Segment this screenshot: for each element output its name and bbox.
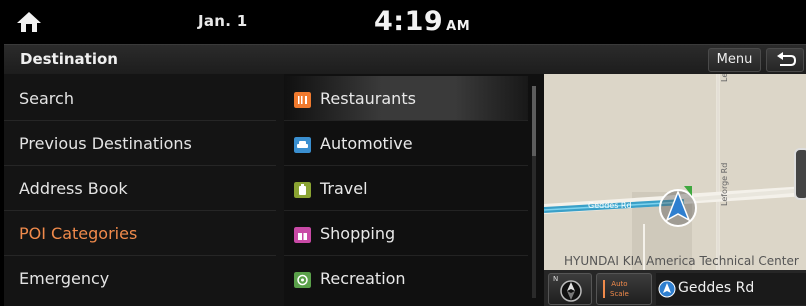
category-label: Recreation xyxy=(320,269,406,288)
category-scrollbar[interactable] xyxy=(532,86,536,298)
street-label-leforge: Leforge xyxy=(720,74,729,82)
compass-button[interactable]: N xyxy=(548,273,592,305)
menu-item-previous-destinations[interactable]: Previous Destinations xyxy=(4,121,276,166)
scale-label: Auto Scale xyxy=(610,279,629,299)
compass-icon xyxy=(560,280,582,302)
status-bar: Jan. 1 4:19 AM xyxy=(0,0,806,44)
category-automotive[interactable]: Automotive xyxy=(284,121,528,166)
poi-label: HYUNDAI KIA America Technical Center xyxy=(564,254,799,268)
menu-item-address-book[interactable]: Address Book xyxy=(4,166,276,211)
navigation-arrow-icon xyxy=(658,280,676,298)
page-title: Destination xyxy=(20,50,118,68)
map-bottom-bar: N Auto Scale Geddes Rd xyxy=(544,270,806,306)
category-restaurants[interactable]: Restaurants xyxy=(284,76,528,121)
poi-category-list: Restaurants Automotive Travel Shopping R… xyxy=(284,74,544,306)
category-recreation[interactable]: Recreation xyxy=(284,256,528,301)
back-button[interactable] xyxy=(766,48,804,72)
scale-label-auto: Auto xyxy=(611,280,628,288)
clock: 4:19 AM xyxy=(374,6,470,37)
destination-menu: Search Previous Destinations Address Boo… xyxy=(4,74,284,306)
car-icon xyxy=(294,137,311,153)
menu-item-emergency[interactable]: Emergency xyxy=(4,256,276,301)
header-bar: Destination Menu xyxy=(4,44,806,74)
current-road-name: Geddes Rd xyxy=(678,280,755,296)
category-shopping[interactable]: Shopping xyxy=(284,211,528,256)
category-label: Travel xyxy=(320,179,368,198)
category-label: Shopping xyxy=(320,224,396,243)
date-text: Jan. 1 xyxy=(198,12,248,30)
auto-scale-button[interactable]: Auto Scale xyxy=(596,273,652,305)
scale-label-scale: Scale xyxy=(610,290,629,298)
luggage-icon xyxy=(294,182,311,198)
current-road-panel: Geddes Rd xyxy=(656,273,806,305)
scale-marker xyxy=(603,280,605,298)
home-icon[interactable] xyxy=(16,10,42,34)
menu-button[interactable]: Menu xyxy=(708,48,761,72)
category-label: Automotive xyxy=(320,134,413,153)
gift-icon xyxy=(294,227,311,243)
back-arrow-icon xyxy=(777,52,797,66)
category-travel[interactable]: Travel xyxy=(284,166,528,211)
scroll-thumb[interactable] xyxy=(532,86,536,156)
menu-item-poi-categories[interactable]: POI Categories xyxy=(4,211,276,256)
menu-item-search[interactable]: Search xyxy=(4,76,276,121)
route-road-label: Geddes Rd xyxy=(588,201,632,210)
street-label-leforge-rd: Leforge Rd xyxy=(720,162,729,206)
recreation-icon xyxy=(294,272,311,288)
map-side-handle[interactable] xyxy=(794,148,806,200)
restaurant-icon xyxy=(294,92,311,108)
map-view[interactable]: Leforge Leforge Rd Geddes Rd HYUNDAI KIA… xyxy=(544,74,806,306)
category-label: Restaurants xyxy=(320,89,416,108)
time-text: 4:19 xyxy=(374,6,444,37)
ampm-text: AM xyxy=(446,19,471,34)
